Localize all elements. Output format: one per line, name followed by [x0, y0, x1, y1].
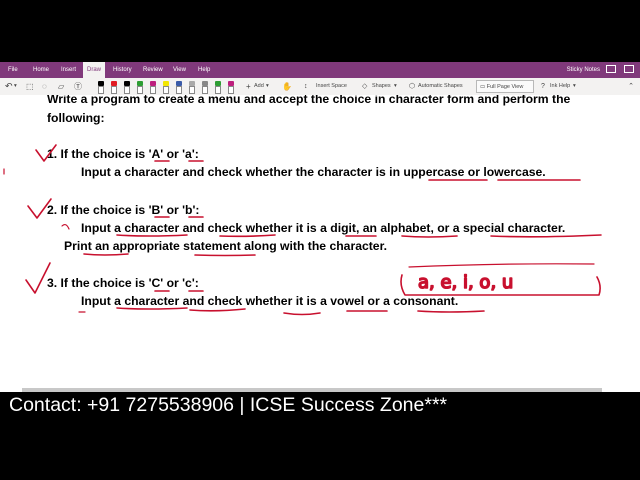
pen-green[interactable]	[136, 81, 144, 94]
pen-dark-gray[interactable]	[201, 81, 209, 94]
ribbon-tabs: File Home Insert Draw History Review Vie…	[0, 62, 640, 78]
ink-help-button[interactable]: Ink Help	[550, 78, 570, 95]
tab-home[interactable]: Home	[29, 62, 53, 78]
underline-special	[490, 234, 602, 238]
sticky-notes-button[interactable]: Sticky Notes	[567, 62, 600, 78]
insert-space-icon: ↕	[304, 83, 308, 90]
ink-vowels-note: a, e, i, o, u	[418, 272, 513, 293]
pen-body	[163, 86, 169, 94]
tab-history[interactable]: History	[109, 62, 136, 78]
underline-item3-check	[189, 308, 246, 312]
underline-check	[219, 234, 276, 238]
tab-view[interactable]: View	[169, 62, 190, 78]
pen-gray[interactable]	[188, 81, 196, 94]
ink-tick-1	[35, 144, 57, 162]
tab-insert[interactable]: Insert	[57, 62, 80, 78]
undo-dropdown-icon[interactable]: ▾	[14, 78, 17, 95]
pen-body	[189, 86, 195, 94]
ink-tick-3	[25, 262, 51, 294]
select-tool-icon[interactable]: ⬚	[26, 78, 34, 95]
add-pen-icon[interactable]: +	[246, 78, 251, 95]
underline-item2-line2-b	[194, 254, 256, 257]
undo-icon[interactable]: ↶	[5, 78, 13, 95]
draw-toolbar: ↶ ▾ ⬚ ◌ ▱ Ⓣ + Add ▾ ✋ ↕ Insert Space ◇ S…	[0, 78, 640, 96]
pen-body	[137, 86, 143, 94]
note-page[interactable]: Write a program to create a menu and acc…	[0, 95, 640, 392]
pen-body	[215, 86, 221, 94]
pen-body	[176, 86, 182, 94]
full-page-view-button[interactable]: ▭ Full Page View	[476, 80, 534, 93]
lasso-select-icon[interactable]: ◌	[42, 78, 47, 95]
pen-black[interactable]	[97, 81, 105, 94]
ink-help-dropdown-icon[interactable]: ▾	[573, 78, 576, 95]
pen-body	[150, 86, 156, 94]
shapes-icon: ◇	[362, 83, 368, 90]
comment-icon[interactable]	[606, 65, 616, 73]
type-icon[interactable]: Ⓣ	[74, 78, 82, 95]
tab-help[interactable]: Help	[194, 62, 214, 78]
top-black-bar	[0, 0, 640, 62]
collapse-ribbon-icon[interactable]: ⌃	[628, 78, 634, 95]
fullscreen-icon[interactable]	[624, 65, 634, 73]
pen-body	[98, 86, 104, 94]
tab-review[interactable]: Review	[139, 62, 167, 78]
shapes-dropdown-icon[interactable]: ▾	[394, 78, 397, 95]
pen-body	[202, 86, 208, 94]
automatic-shapes-button[interactable]: Automatic Shapes	[418, 78, 463, 95]
pen-tray	[95, 79, 241, 94]
pen-green-2[interactable]	[214, 81, 222, 94]
eraser-icon[interactable]: ▱	[58, 78, 64, 95]
ink-mark-item2	[61, 223, 70, 230]
highlighter-yellow[interactable]	[162, 81, 170, 94]
ink-vowels-box-top	[408, 263, 595, 268]
pen-magenta[interactable]	[149, 81, 157, 94]
add-dropdown-icon[interactable]: ▾	[266, 78, 269, 95]
pen-body	[111, 86, 117, 94]
underline-character	[116, 234, 188, 237]
insert-space-button[interactable]: Insert Space	[316, 78, 347, 95]
shapes-button[interactable]: Shapes	[372, 78, 391, 95]
underline-item3-character	[116, 307, 188, 310]
pen-magenta-2[interactable]	[227, 81, 235, 94]
pan-hand-icon[interactable]: ✋	[282, 78, 292, 95]
pen-blue[interactable]	[175, 81, 183, 94]
add-pen-button[interactable]: Add	[254, 78, 264, 95]
underline-item3-tail	[283, 312, 321, 316]
pen-red[interactable]	[110, 81, 118, 94]
pen-body	[124, 86, 130, 94]
ink-help-icon: ?	[541, 83, 545, 90]
underline-alphabet	[401, 235, 458, 238]
ink-tick-2	[27, 198, 52, 219]
contact-caption: Contact: +91 7275538906 | ICSE Success Z…	[9, 394, 448, 416]
underline-consonant	[417, 310, 485, 313]
tab-file[interactable]: File	[4, 62, 22, 78]
full-page-view-label: Full Page View	[486, 84, 524, 90]
tab-draw[interactable]: Draw	[83, 62, 106, 78]
pen-black-2[interactable]	[123, 81, 131, 94]
underline-item2-line2-a	[83, 253, 129, 256]
automatic-shapes-icon: ⬡	[409, 83, 416, 90]
pen-body	[228, 86, 234, 94]
full-page-view-icon: ▭	[480, 84, 487, 90]
ink-annotations: a, e, i, o, u	[3, 144, 602, 316]
